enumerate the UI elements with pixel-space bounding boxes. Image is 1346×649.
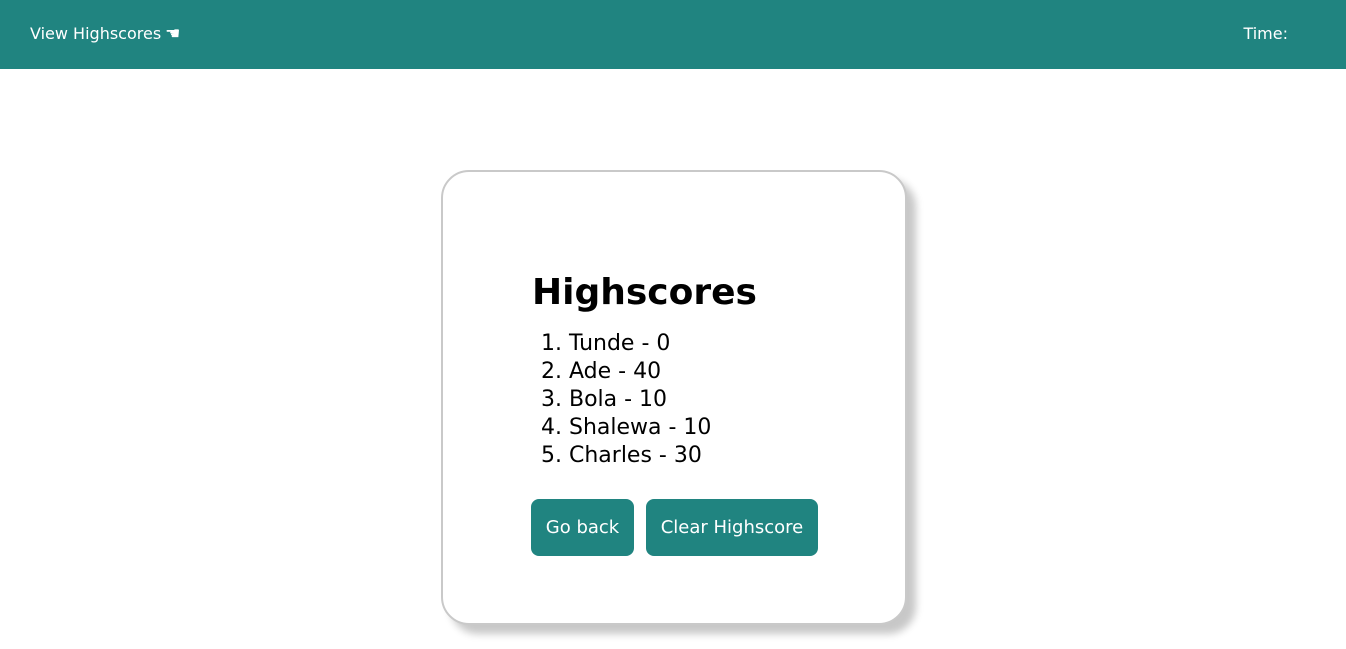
pointing-hand-icon: ☚ [165,24,181,44]
timer-label: Time: [1243,24,1288,43]
highscore-entry: 3. Bola - 10 [541,387,668,412]
highscore-entry: 2. Ade - 40 [541,359,662,384]
go-back-button[interactable]: Go back [531,499,634,556]
highscore-entry: 5. Charles - 30 [541,443,702,468]
highscores-title: Highscores [532,272,757,313]
highscore-entry: 4. Shalewa - 10 [541,415,712,440]
top-bar: View Highscores ☚ Time: [0,0,1346,69]
clear-highscore-button[interactable]: Clear Highscore [646,499,818,556]
view-highscores-link[interactable]: View Highscores ☚ [30,22,180,46]
highscore-entry: 1. Tunde - 0 [541,331,671,356]
highscores-card: Highscores 1. Tunde - 0 2. Ade - 40 3. B… [441,170,907,625]
highscores-list: 1. Tunde - 0 2. Ade - 40 3. Bola - 10 4.… [541,330,711,470]
view-highscores-label: View Highscores [30,24,162,43]
